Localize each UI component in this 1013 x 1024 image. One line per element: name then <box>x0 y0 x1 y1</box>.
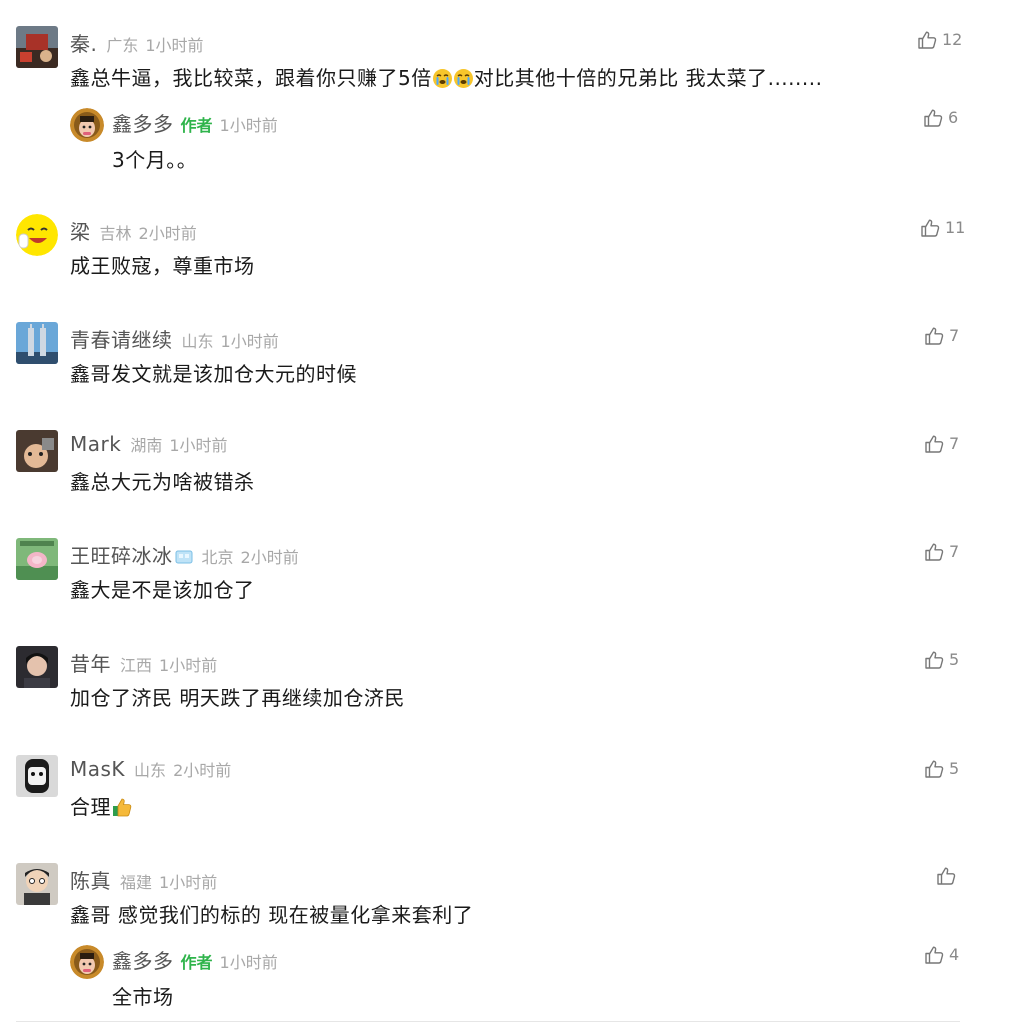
author-badge: 作者 <box>180 116 213 135</box>
thumbs-up-icon <box>925 760 944 778</box>
username[interactable]: 鑫多多 <box>112 945 174 974</box>
thumbs-up-icon <box>925 543 944 561</box>
thumbs-up-icon <box>925 946 944 964</box>
timestamp: 2小时前 <box>240 548 299 567</box>
username[interactable]: 王旺碎冰冰 <box>70 540 173 569</box>
comment-text: 鑫哥 感觉我们的标的 现在被量化拿来套利了 <box>70 903 474 927</box>
timestamp: 1小时前 <box>220 332 279 351</box>
avatar[interactable] <box>16 538 58 580</box>
reply-text: 3个月。。 <box>112 148 198 172</box>
bottom-divider <box>16 1021 960 1022</box>
thumbs-up-icon <box>924 109 943 127</box>
avatar[interactable] <box>70 945 104 979</box>
comment-meta: 王旺碎冰冰 北京 2小时前 <box>70 540 299 569</box>
username[interactable]: MasK <box>70 757 125 781</box>
comment-meta: 昔年 江西 1小时前 <box>70 648 217 677</box>
thumbs-up-icon <box>925 327 944 345</box>
comment-text: 成王败寇，尊重市场 <box>70 254 255 278</box>
crying-face-emoji <box>432 69 452 88</box>
thumbs-up-icon <box>937 867 956 885</box>
comment-meta: MasK 山东 2小时前 <box>70 757 231 781</box>
avatar[interactable] <box>70 108 104 142</box>
like-button[interactable]: 7 <box>925 434 959 453</box>
comment-meta: 青春请继续 山东 1小时前 <box>70 324 279 353</box>
reply-meta: 鑫多多 作者 1小时前 <box>112 945 278 974</box>
avatar[interactable] <box>16 214 58 256</box>
username[interactable]: 鑫多多 <box>112 108 174 137</box>
username[interactable]: 陈真 <box>70 865 111 894</box>
avatar[interactable] <box>16 646 58 688</box>
thumbs-up-icon <box>925 435 944 453</box>
reply-meta: 鑫多多 作者 1小时前 <box>112 108 278 137</box>
like-count: 7 <box>949 434 960 453</box>
like-count: 11 <box>945 218 966 237</box>
avatar[interactable] <box>16 863 58 905</box>
reply-text: 全市场 <box>112 985 174 1009</box>
like-count: 7 <box>949 326 960 345</box>
comment-text: 加仓了济民 明天跌了再继续加仓济民 <box>70 686 405 710</box>
comment-meta: 秦. 广东 1小时前 <box>70 28 204 57</box>
like-button[interactable]: 5 <box>925 650 959 669</box>
like-button[interactable]: 5 <box>925 759 959 778</box>
like-button[interactable]: 12 <box>918 30 962 49</box>
region-label: 福建 <box>120 873 153 892</box>
like-count: 5 <box>949 650 960 669</box>
timestamp: 1小时前 <box>145 36 204 55</box>
region-label: 吉林 <box>99 224 132 243</box>
like-count: 4 <box>949 945 960 964</box>
comment-text: 鑫大是不是该加仓了 <box>70 578 255 602</box>
comment-meta: 梁 吉林 2小时前 <box>70 216 197 245</box>
username[interactable]: Mark <box>70 432 121 456</box>
comment-text: 鑫总牛逼，我比较菜，跟着你只赚了5倍 对比其他十倍的兄弟比 我太菜了.......… <box>70 62 822 91</box>
comment-text-part: 合理 <box>70 795 111 819</box>
thumbs-up-emoji <box>111 796 133 823</box>
like-button[interactable]: 11 <box>921 218 965 237</box>
thumbs-up-icon <box>921 219 940 237</box>
region-label: 广东 <box>106 36 139 55</box>
comment-text-part: 鑫总牛逼，我比较菜，跟着你只赚了5倍 <box>70 66 432 90</box>
timestamp: 1小时前 <box>159 873 218 892</box>
timestamp: 1小时前 <box>159 656 218 675</box>
username[interactable]: 秦. <box>70 28 97 57</box>
region-label: 山东 <box>181 332 214 351</box>
like-button[interactable]: 6 <box>924 108 958 127</box>
comment-text: 鑫哥发文就是该加仓大元的时候 <box>70 362 357 386</box>
timestamp: 1小时前 <box>219 953 278 972</box>
region-label: 山东 <box>134 761 167 780</box>
comment-list: 秦. 广东 1小时前 鑫总牛逼，我比较菜，跟着你只赚了5倍 对比其他十倍的兄弟比 … <box>0 0 1013 1024</box>
avatar[interactable] <box>16 322 58 364</box>
like-count: 6 <box>948 108 959 127</box>
like-button[interactable]: 4 <box>925 945 959 964</box>
timestamp: 1小时前 <box>169 436 228 455</box>
like-count: 7 <box>949 542 960 561</box>
like-count: 12 <box>942 30 963 49</box>
thumbs-up-icon <box>918 31 937 49</box>
timestamp: 2小时前 <box>173 761 232 780</box>
ice-cube-emoji <box>175 549 193 569</box>
region-label: 北京 <box>201 548 234 567</box>
thumbs-up-icon <box>925 651 944 669</box>
avatar[interactable] <box>16 430 58 472</box>
comment-meta: Mark 湖南 1小时前 <box>70 432 228 456</box>
like-button[interactable]: 7 <box>925 542 959 561</box>
crying-face-emoji <box>453 69 473 88</box>
region-label: 江西 <box>120 656 153 675</box>
avatar[interactable] <box>16 26 58 68</box>
like-button[interactable] <box>937 867 961 885</box>
author-badge: 作者 <box>180 953 213 972</box>
username[interactable]: 青春请继续 <box>70 324 173 353</box>
username[interactable]: 梁 <box>70 216 91 245</box>
avatar[interactable] <box>16 755 58 797</box>
username[interactable]: 昔年 <box>70 648 111 677</box>
comment-meta: 陈真 福建 1小时前 <box>70 865 217 894</box>
timestamp: 1小时前 <box>219 116 278 135</box>
like-count: 5 <box>949 759 960 778</box>
comment-text-part: 对比其他十倍的兄弟比 我太菜了........ <box>473 66 823 90</box>
region-label: 湖南 <box>130 436 163 455</box>
comment-text: 鑫总大元为啥被错杀 <box>70 470 255 494</box>
like-button[interactable]: 7 <box>925 326 959 345</box>
comment-text: 合理 <box>70 791 133 823</box>
timestamp: 2小时前 <box>138 224 197 243</box>
